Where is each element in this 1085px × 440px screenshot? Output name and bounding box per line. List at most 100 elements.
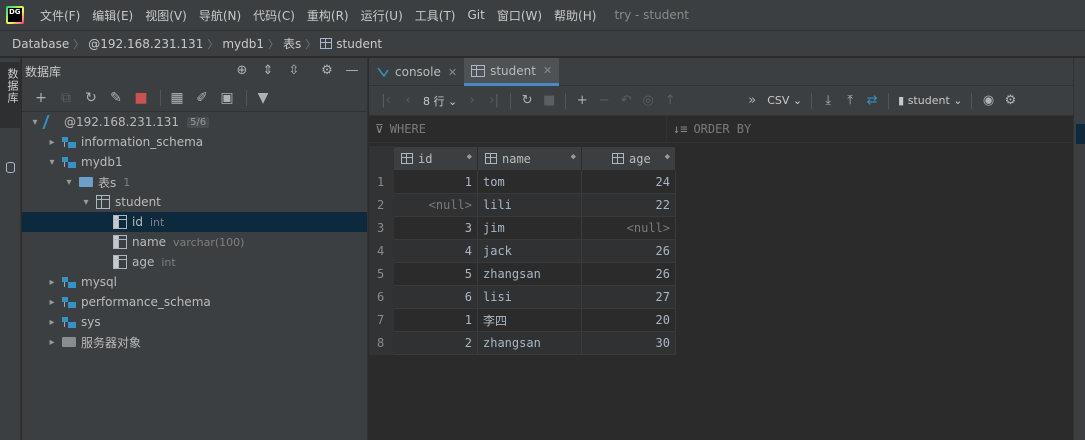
menu-tools[interactable]: 工具(T) — [409, 7, 462, 24]
delete-row-icon[interactable]: − — [593, 90, 615, 112]
chevron-right-icon[interactable]: ▸ — [45, 277, 59, 288]
table-view-icon[interactable]: ▦ — [166, 87, 188, 109]
tree-item-schema[interactable]: ▸ sys — [22, 312, 367, 332]
tree-item-folder[interactable]: ▾ 表s 1 — [22, 172, 367, 192]
cell-age[interactable]: 20 — [581, 308, 676, 332]
minimize-icon[interactable]: — — [344, 63, 360, 79]
chevron-down-icon[interactable]: ▾ — [62, 177, 76, 188]
stop-icon[interactable]: ■ — [130, 87, 152, 109]
cell-id[interactable]: <null> — [393, 193, 478, 217]
table-row[interactable]: 1 1 tom 24 — [369, 170, 676, 194]
chevron-down-icon[interactable]: ▾ — [28, 117, 42, 128]
cell-age[interactable]: <null> — [581, 216, 676, 240]
table-row[interactable]: 2 <null> lili 22 — [369, 193, 676, 217]
cell-name[interactable]: 李四 — [477, 308, 582, 332]
crosshair-icon[interactable]: ⊕ — [234, 63, 250, 79]
column-header-age[interactable]: age ◆ — [581, 146, 676, 171]
tree-item-schema[interactable]: ▸ performance_schema — [22, 292, 367, 312]
cell-name[interactable]: zhangsan — [477, 262, 582, 286]
add-row-icon[interactable]: + — [571, 90, 593, 112]
table-row[interactable]: 6 6 lisi 27 — [369, 285, 676, 309]
expand-all-icon[interactable]: ⇕ — [260, 63, 276, 79]
menu-edit[interactable]: 编辑(E) — [86, 7, 139, 24]
menu-file[interactable]: 文件(F) — [34, 7, 86, 24]
cell-age[interactable]: 26 — [581, 262, 676, 286]
menu-run[interactable]: 运行(U) — [355, 7, 409, 24]
breadcrumb-schema[interactable]: mydb1 — [222, 37, 264, 51]
cell-id[interactable]: 3 — [393, 216, 478, 240]
cell-age[interactable]: 30 — [581, 331, 676, 355]
tree-item-col[interactable]: id int — [22, 212, 367, 232]
query-console-icon[interactable]: ▣ — [216, 87, 238, 109]
chevron-down-icon[interactable]: ▾ — [79, 197, 93, 208]
cancel-query-icon[interactable]: ■ — [538, 90, 560, 112]
menu-navigate[interactable]: 导航(N) — [193, 7, 247, 24]
sort-icon[interactable]: ◆ — [571, 152, 576, 162]
cell-id[interactable]: 4 — [393, 239, 478, 263]
more-icon[interactable]: » — [741, 90, 763, 112]
eye-icon[interactable]: ◉ — [977, 90, 999, 112]
tree-item-table[interactable]: ▾ student — [22, 192, 367, 212]
database-tool-tab[interactable]: 数据库 — [0, 62, 21, 128]
breadcrumb-table[interactable]: student — [336, 37, 382, 51]
preview-changes-icon[interactable]: ◎ — [637, 90, 659, 112]
filter-icon[interactable]: ▼ — [252, 87, 274, 109]
cell-id[interactable]: 5 — [393, 262, 478, 286]
close-icon[interactable]: ✕ — [448, 66, 457, 79]
export-icon[interactable]: ⤓ — [817, 90, 839, 112]
collapse-all-icon[interactable]: ⇳ — [286, 63, 302, 79]
reload-icon[interactable]: ↻ — [516, 90, 538, 112]
table-row[interactable]: 5 5 zhangsan 26 — [369, 262, 676, 286]
cell-id[interactable]: 6 — [393, 285, 478, 309]
menu-help[interactable]: 帮助(H) — [548, 7, 602, 24]
cell-name[interactable]: jim — [477, 216, 582, 240]
table-row[interactable]: 4 4 jack 26 — [369, 239, 676, 263]
import-icon[interactable]: ⤒ — [839, 90, 861, 112]
breadcrumb-host[interactable]: @192.168.231.131 — [88, 37, 203, 51]
cell-id[interactable]: 1 — [393, 308, 478, 332]
gear-icon[interactable]: ⚙ — [999, 90, 1021, 112]
sort-icon[interactable]: ◆ — [665, 152, 670, 162]
breadcrumb-tables[interactable]: 表s — [283, 35, 301, 52]
database-icon[interactable] — [6, 162, 15, 173]
revert-icon[interactable]: ↶ — [615, 90, 637, 112]
chevron-right-icon[interactable]: ▸ — [45, 337, 59, 348]
edit-icon[interactable]: ✐ — [191, 87, 213, 109]
tab-console[interactable]: console ✕ — [369, 58, 464, 86]
menu-refactor[interactable]: 重构(R) — [301, 7, 355, 24]
cell-age[interactable]: 22 — [581, 193, 676, 217]
chevron-right-icon[interactable]: ▸ — [45, 297, 59, 308]
where-filter-input[interactable]: ⊽ WHERE — [369, 116, 667, 142]
menu-git[interactable]: Git — [461, 8, 490, 22]
tree-item-col[interactable]: age int — [22, 252, 367, 272]
next-page-icon[interactable]: › — [461, 90, 483, 112]
cell-id[interactable]: 2 — [393, 331, 478, 355]
menu-window[interactable]: 窗口(W) — [491, 7, 548, 24]
table-row[interactable]: 8 2 zhangsan 30 — [369, 331, 676, 355]
right-tool-tab[interactable] — [1076, 124, 1085, 144]
tree-item-schema[interactable]: ▸ mysql — [22, 272, 367, 292]
duplicate-icon[interactable]: ⧉ — [55, 87, 77, 109]
order-by-input[interactable]: ↓≡ ORDER BY — [667, 116, 1073, 142]
prev-page-icon[interactable]: ‹ — [397, 90, 419, 112]
tab-student[interactable]: student ✕ — [464, 58, 560, 86]
cell-name[interactable]: jack — [477, 239, 582, 263]
first-page-icon[interactable]: |‹ — [375, 90, 397, 112]
cell-name[interactable]: lili — [477, 193, 582, 217]
cell-name[interactable]: lisi — [477, 285, 582, 309]
session-select[interactable]: ▮ student ⌄ — [894, 94, 966, 107]
last-page-icon[interactable]: ›| — [483, 90, 505, 112]
cell-age[interactable]: 27 — [581, 285, 676, 309]
cell-id[interactable]: 1 — [393, 170, 478, 194]
column-header-id[interactable]: id ◆ — [393, 146, 478, 171]
tree-item-schema[interactable]: ▸ information_schema — [22, 132, 367, 152]
table-row[interactable]: 3 3 jim <null> — [369, 216, 676, 240]
tree-item-col[interactable]: name varchar(100) — [22, 232, 367, 252]
tree-item-host[interactable]: ▾ @192.168.231.131 5/6 — [22, 112, 367, 132]
add-icon[interactable]: + — [30, 87, 52, 109]
compare-icon[interactable]: ⇄ — [861, 90, 883, 112]
breadcrumb-database[interactable]: Database — [12, 37, 69, 51]
refresh-icon[interactable]: ↻ — [80, 87, 102, 109]
properties-icon[interactable]: ✎ — [105, 87, 127, 109]
submit-icon[interactable]: ↑ — [659, 90, 681, 112]
